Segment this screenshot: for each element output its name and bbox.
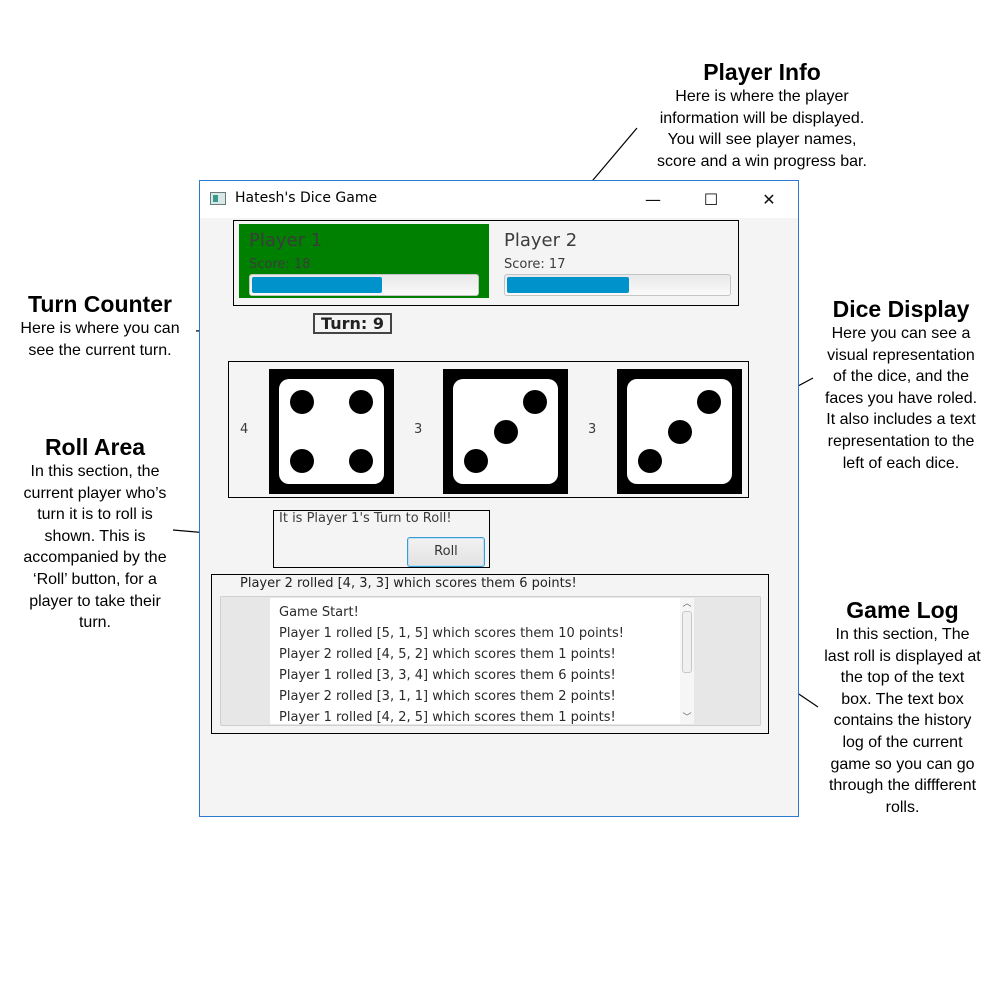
die-1-label: 4 xyxy=(240,422,249,437)
player-1-card: Player 1 Score: 18 xyxy=(239,224,489,298)
annotation-line: turn it is to roll is xyxy=(37,506,153,524)
annotation-line: score and a win progress bar. xyxy=(657,152,867,170)
turn-counter: Turn: 9 xyxy=(313,313,392,334)
roll-area: It is Player 1's Turn to Roll! Roll xyxy=(273,510,490,568)
annotation-line: representation to the xyxy=(827,432,975,450)
annotation-line: of the dice, and the xyxy=(832,368,970,386)
player-score: Score: 17 xyxy=(504,257,566,272)
close-button[interactable]: ✕ xyxy=(746,181,792,218)
player-name: Player 2 xyxy=(504,230,578,251)
die-1 xyxy=(269,369,394,494)
die-2 xyxy=(443,369,568,494)
die-pip xyxy=(493,419,518,444)
annotation-line: You will see player names, xyxy=(667,131,857,149)
log-scroll-pane: Game Start! Player 1 rolled [5, 1, 5] wh… xyxy=(220,596,761,726)
annotation-game-log: Game Log In this section, The last roll … xyxy=(805,596,1000,818)
player-score: Score: 18 xyxy=(249,257,311,272)
log-scrollbar[interactable]: ︿ ﹀ xyxy=(680,598,694,724)
scroll-down-icon[interactable]: ﹀ xyxy=(680,712,694,724)
annotation-line: In this section, The xyxy=(835,626,970,643)
die-pip xyxy=(464,448,489,473)
last-roll-text: Player 2 rolled [4, 3, 3] which scores t… xyxy=(240,576,577,591)
annotation-line: turn. xyxy=(78,614,111,632)
progress-fill xyxy=(507,277,629,293)
maximize-button[interactable]: ☐ xyxy=(688,181,734,218)
annotation-line: Here is where you can xyxy=(20,320,180,337)
minimize-button[interactable]: — xyxy=(630,181,676,218)
win-progress-bar xyxy=(504,274,731,296)
roll-button[interactable]: Roll xyxy=(407,537,485,567)
app-window: Hatesh's Dice Game — ☐ ✕ Player 1 Score:… xyxy=(199,180,799,817)
player-2-card: Player 2 Score: 17 xyxy=(494,224,734,298)
die-pip xyxy=(290,390,315,415)
log-line: Player 2 rolled [3, 1, 1] which scores t… xyxy=(279,689,616,704)
annotation-line: shown. This is xyxy=(44,527,146,545)
scroll-up-icon[interactable]: ︿ xyxy=(680,598,694,610)
die-3-label: 3 xyxy=(588,422,597,437)
annotation-line: Here is where the player xyxy=(675,88,849,105)
annotation-dice-display: Dice Display Here you can see a visual r… xyxy=(805,295,997,474)
annotation-line: accompanied by the xyxy=(23,549,167,567)
annotation-roll-area: Roll Area In this section, the current p… xyxy=(0,433,190,634)
die-pip xyxy=(348,448,373,473)
annotation-line: visual representation xyxy=(827,346,975,364)
annotation-line: ‘Roll’ button, for a xyxy=(33,570,157,588)
annotation-line: the top of the text xyxy=(840,669,965,687)
die-pip xyxy=(667,419,692,444)
annotation-line: see the current turn. xyxy=(28,341,172,359)
annotation-title: Game Log xyxy=(846,597,959,623)
player-name: Player 1 xyxy=(249,230,323,251)
annotation-title: Player Info xyxy=(703,59,821,85)
die-pip xyxy=(522,390,547,415)
die-2-label: 3 xyxy=(414,422,423,437)
progress-fill xyxy=(252,277,382,293)
annotation-line: In this section, the xyxy=(30,463,160,480)
annotation-line: Here you can see a xyxy=(831,325,971,342)
annotation-line: game so you can go xyxy=(830,755,975,773)
log-line: Player 1 rolled [5, 1, 5] which scores t… xyxy=(279,626,625,641)
annotation-title: Turn Counter xyxy=(28,291,172,317)
annotation-line: player to take their xyxy=(29,592,161,610)
log-line: Game Start! xyxy=(279,605,359,620)
log-line: Player 1 rolled [3, 3, 4] which scores t… xyxy=(279,668,616,683)
annotation-line: current player who’s xyxy=(23,484,167,502)
annotation-title: Roll Area xyxy=(44,434,146,460)
turn-status-text: It is Player 1's Turn to Roll! xyxy=(279,511,452,526)
log-line: Player 1 rolled [4, 2, 5] which scores t… xyxy=(279,710,616,724)
log-text-area[interactable]: Game Start! Player 1 rolled [5, 1, 5] wh… xyxy=(270,598,694,724)
annotation-line: contains the history xyxy=(833,712,972,730)
annotation-turn-counter: Turn Counter Here is where you can see t… xyxy=(0,290,200,361)
die-face xyxy=(627,379,732,484)
win-progress-bar xyxy=(249,274,479,296)
die-3 xyxy=(617,369,742,494)
die-face xyxy=(279,379,384,484)
annotation-line: faces you have roled. xyxy=(824,389,978,407)
title-bar[interactable]: Hatesh's Dice Game — ☐ ✕ xyxy=(200,181,798,218)
game-log-panel: Player 2 rolled [4, 3, 3] which scores t… xyxy=(211,574,769,734)
annotation-line: through the diffferent xyxy=(828,777,977,795)
die-pip xyxy=(290,448,315,473)
log-line: Player 2 rolled [4, 5, 2] which scores t… xyxy=(279,647,616,662)
annotation-line: last roll is displayed at xyxy=(824,647,981,665)
annotation-player-info: Player Info Here is where the player inf… xyxy=(632,58,892,172)
dice-display-panel: 4 3 3 xyxy=(228,361,749,498)
annotation-title: Dice Display xyxy=(832,296,970,322)
annotation-line: box. The text box xyxy=(841,690,964,708)
annotation-line: information will be displayed. xyxy=(659,109,865,127)
scroll-thumb[interactable] xyxy=(682,611,692,673)
annotation-line: It also includes a text xyxy=(826,411,976,429)
window-title: Hatesh's Dice Game xyxy=(235,190,378,206)
die-pip xyxy=(638,448,663,473)
annotation-line: left of each dice. xyxy=(842,454,960,472)
die-face xyxy=(453,379,558,484)
annotation-line: rolls. xyxy=(885,798,920,816)
die-pip xyxy=(348,390,373,415)
annotation-line: log of the current xyxy=(842,733,963,751)
die-pip xyxy=(696,390,721,415)
player-info-panel: Player 1 Score: 18 Player 2 Score: 17 xyxy=(233,220,739,306)
app-icon xyxy=(210,192,226,205)
